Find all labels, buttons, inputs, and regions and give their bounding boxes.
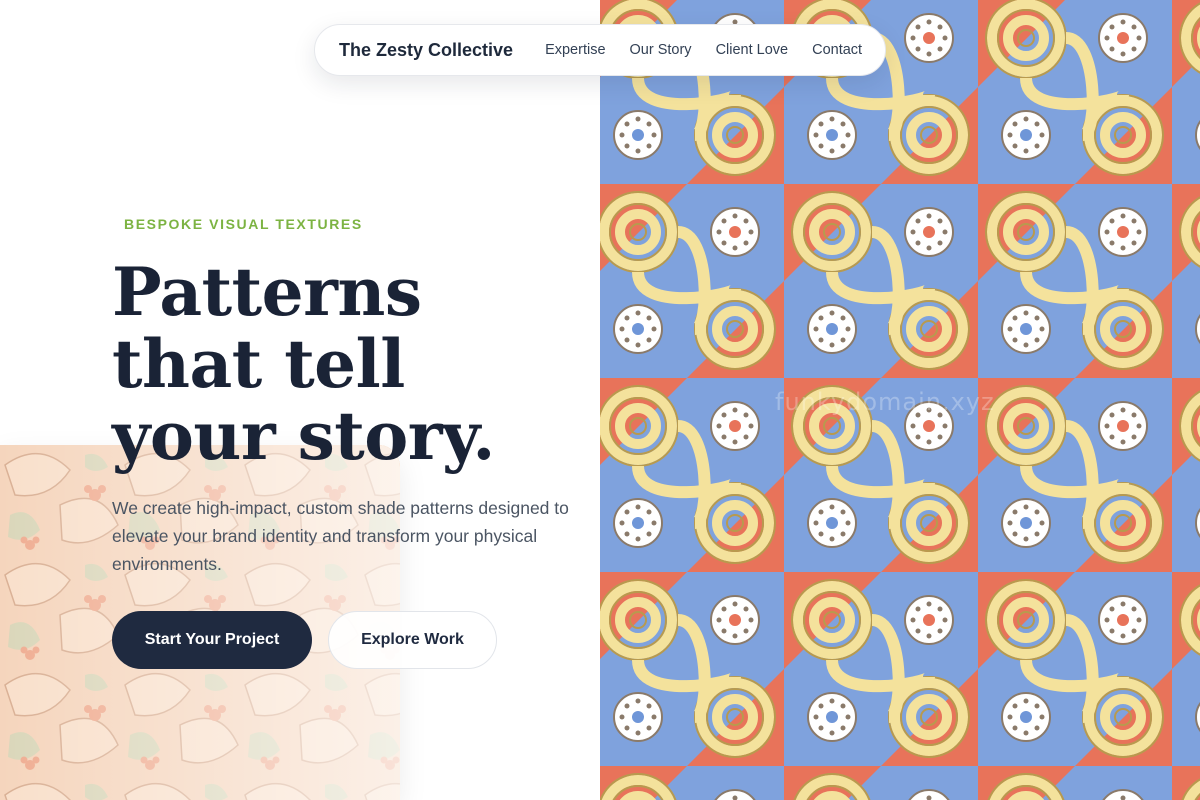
hero-headline: Patterns that tell your story. <box>112 253 495 475</box>
nav-links: Expertise Our Story Client Love Contact <box>545 42 862 58</box>
watermark-text: funkydomain.xyz <box>775 388 995 416</box>
nav-link-our-story[interactable]: Our Story <box>630 42 692 58</box>
nav-link-contact[interactable]: Contact <box>812 42 862 58</box>
hero-eyebrow: BESPOKE VISUAL TEXTURES <box>124 216 363 232</box>
nav-link-client-love[interactable]: Client Love <box>716 42 789 58</box>
hero-subtext: We create high-impact, custom shade patt… <box>112 498 569 574</box>
nav-link-expertise[interactable]: Expertise <box>545 42 605 58</box>
brand-logo-text[interactable]: The Zesty Collective <box>339 40 513 61</box>
explore-work-button[interactable]: Explore Work <box>328 611 497 669</box>
start-project-button[interactable]: Start Your Project <box>112 611 312 669</box>
hero-pattern-image: funkydomain.xyz <box>600 0 1200 800</box>
top-navigation: The Zesty Collective Expertise Our Story… <box>314 24 886 76</box>
